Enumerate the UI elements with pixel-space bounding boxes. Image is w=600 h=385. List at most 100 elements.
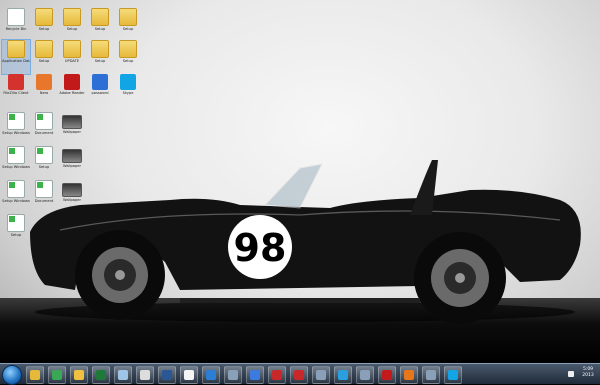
desktop-icon-label: Setup: [122, 27, 134, 31]
image-icon: [62, 115, 82, 129]
taskbar-button-chess[interactable]: [136, 366, 154, 384]
red-app-icon: [294, 370, 304, 380]
image-icon: [62, 183, 82, 197]
desktop-icon[interactable]: password: [86, 74, 114, 108]
image-icon: [62, 149, 82, 163]
desktop-icon[interactable]: Wallpaper: [58, 146, 86, 180]
desktop-icon-label: Setup: [94, 27, 106, 31]
desktop-icon-label: UPDATE: [64, 59, 80, 63]
desktop-icon-label: Skype: [122, 91, 134, 95]
taskbar-button-generic[interactable]: [312, 366, 330, 384]
app-icon: [64, 74, 80, 90]
notepad-icon: [118, 370, 128, 380]
desktop-icon[interactable]: Nero: [30, 74, 58, 108]
desktop-icon[interactable]: Adobe Reader: [58, 74, 86, 108]
desktop-icon-label: Wallpaper: [63, 130, 81, 134]
clock[interactable]: 5:09 2013: [578, 367, 598, 379]
desktop-icon[interactable]: Application Data: [1, 39, 31, 75]
taskbar-button-folder[interactable]: [26, 366, 44, 384]
desktop-icon[interactable]: FileZilla Client: [2, 74, 30, 108]
desktop-icon[interactable]: Skype: [114, 74, 142, 108]
desktop-icon[interactable]: Setup Windows: [2, 180, 30, 214]
start-button[interactable]: [2, 365, 22, 385]
document-icon: [184, 370, 194, 380]
folder-icon: [63, 40, 81, 58]
desktop-icon-label: Setup: [10, 233, 22, 237]
folder-icon: [30, 370, 40, 380]
taskbar-button-generic[interactable]: [224, 366, 242, 384]
folder-icon: [91, 40, 109, 58]
desktop-icon-label: Setup: [38, 59, 50, 63]
taskbar-button-filezilla[interactable]: [378, 366, 396, 384]
explorer-icon: [74, 370, 84, 380]
taskbar-button-notepad[interactable]: [114, 366, 132, 384]
doc-icon: [7, 112, 25, 130]
desktop-icon-label: Nero: [39, 91, 49, 95]
desktop-icon-label: Setup Windows: [2, 199, 30, 203]
taskbar-button-skype[interactable]: [444, 366, 462, 384]
desktop-icon[interactable]: Recycle Bin: [2, 8, 30, 42]
taskbar-button-excel[interactable]: [92, 366, 110, 384]
desktop-icon[interactable]: Setup: [86, 8, 114, 42]
desktop-icon-label: Adobe Reader: [59, 91, 85, 95]
taskbar-button-generic[interactable]: [422, 366, 440, 384]
excel-icon: [96, 370, 106, 380]
desktop-icon-label: Document: [34, 199, 54, 203]
desktop[interactable]: 98 Recycle Bin Setup Setup Setup Setup Applic…: [0, 0, 600, 363]
desktop-icon[interactable]: Document: [30, 180, 58, 214]
clock-date: 2013: [582, 373, 594, 378]
app-icon: [36, 74, 52, 90]
doc-icon: [7, 146, 25, 164]
taskbar-button-firefox[interactable]: [400, 366, 418, 384]
doc-icon: [35, 112, 53, 130]
desktop-icon-label: Setup: [94, 59, 106, 63]
desktop-icon[interactable]: Setup: [30, 146, 58, 180]
desktop-icon[interactable]: Wallpaper: [58, 112, 86, 146]
desktop-icon-label: Setup Windows: [2, 131, 30, 135]
taskbar: 5:09 2013: [0, 363, 600, 385]
folder-icon: [119, 8, 137, 26]
desktop-icon[interactable]: Setup: [2, 214, 30, 248]
folder-icon: [35, 8, 53, 26]
desktop-icon-label: Recycle Bin: [5, 27, 27, 31]
desktop-icon-label: Setup: [38, 27, 50, 31]
desktop-icon[interactable]: Setup Windows: [2, 112, 30, 146]
red-app-icon: [272, 370, 282, 380]
desktop-icon-label: Setup Windows: [2, 165, 30, 169]
desktop-icon[interactable]: Setup: [114, 40, 142, 74]
folder-icon: [7, 40, 25, 58]
taskbar-button-ie[interactable]: [334, 366, 352, 384]
taskbar-button-red-app[interactable]: [268, 366, 286, 384]
desktop-icon[interactable]: Setup: [58, 8, 86, 42]
desktop-icon-label: FileZilla Client: [3, 91, 29, 95]
generic-icon: [316, 370, 326, 380]
desktop-icon[interactable]: Document: [30, 112, 58, 146]
taskbar-button-chrome[interactable]: [48, 366, 66, 384]
desktop-icon[interactable]: Setup Windows: [2, 146, 30, 180]
rear-wheel: [414, 232, 506, 324]
desktop-icon-label: Setup: [122, 59, 134, 63]
taskbar-button-red-app[interactable]: [290, 366, 308, 384]
desktop-icon[interactable]: Setup: [30, 40, 58, 74]
media-icon: [250, 370, 260, 380]
taskbar-button-document[interactable]: [180, 366, 198, 384]
chess-icon: [140, 370, 150, 380]
desktop-icon[interactable]: UPDATE: [58, 40, 86, 74]
taskbar-button-media[interactable]: [246, 366, 264, 384]
desktop-icon-label: Setup: [66, 27, 78, 31]
notification-icon[interactable]: [568, 371, 574, 377]
desktop-icon-label: Application Data: [2, 59, 30, 63]
doc-icon: [7, 214, 25, 232]
doc-icon: [35, 146, 53, 164]
taskbar-button-explorer[interactable]: [70, 366, 88, 384]
taskbar-button-windows[interactable]: [202, 366, 220, 384]
desktop-icon[interactable]: Setup: [86, 40, 114, 74]
desktop-icon[interactable]: Setup: [114, 8, 142, 42]
system-tray: 5:09 2013: [556, 364, 600, 384]
taskbar-button-generic[interactable]: [356, 366, 374, 384]
front-wheel: [75, 230, 165, 320]
taskbar-button-word[interactable]: [158, 366, 176, 384]
desktop-icon[interactable]: Wallpaper: [58, 180, 86, 214]
desktop-icon[interactable]: Setup: [30, 8, 58, 42]
desktop-icon-label: Wallpaper: [63, 164, 81, 168]
